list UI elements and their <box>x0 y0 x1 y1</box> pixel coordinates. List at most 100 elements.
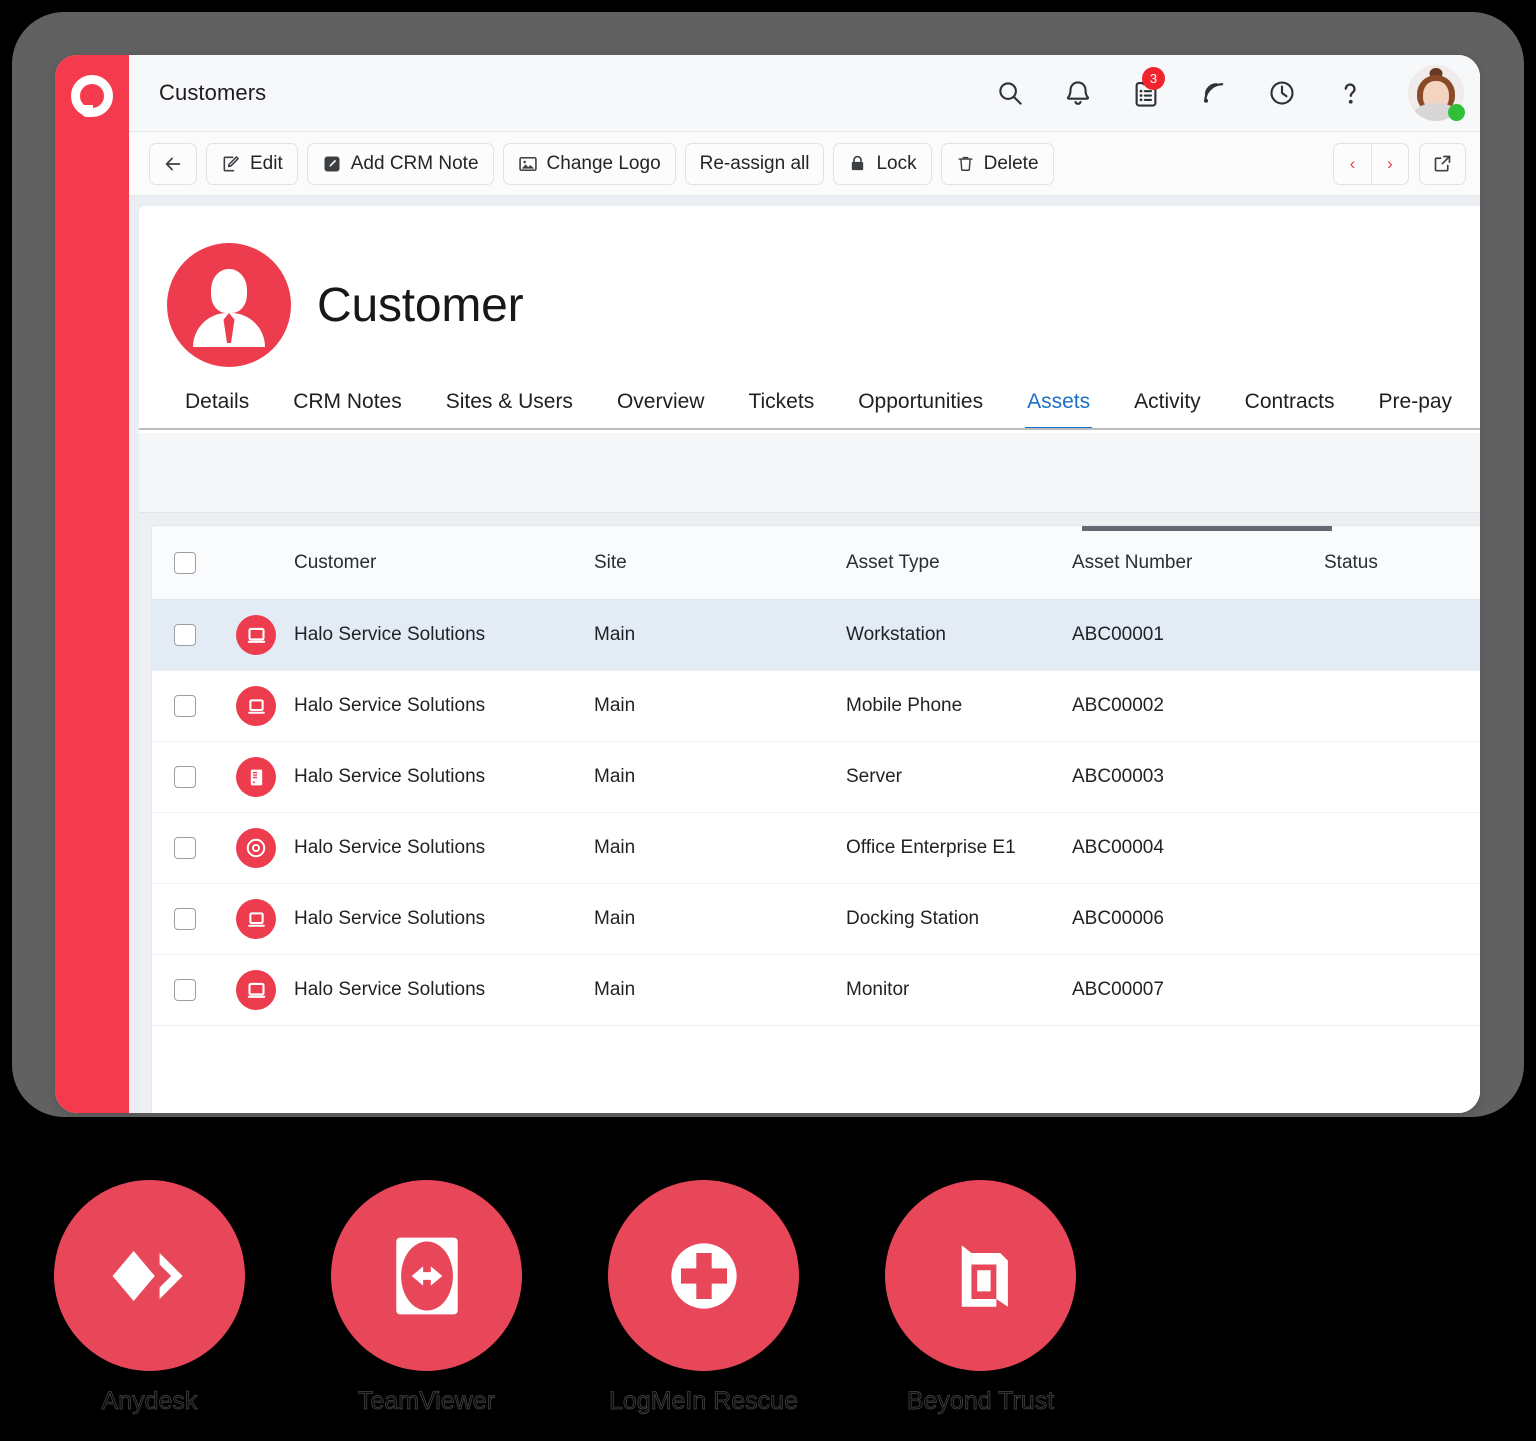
search-icon[interactable] <box>994 77 1026 109</box>
integration-anydesk[interactable]: Anydesk <box>54 1180 245 1441</box>
status-badge <box>1448 104 1465 121</box>
column-header-asset-type[interactable]: Asset Type <box>846 552 1072 574</box>
re-assign-all-label: Re-assign all <box>699 152 810 174</box>
row-checkbox-cell <box>174 766 236 788</box>
trash-icon <box>956 154 975 173</box>
table-row[interactable]: Halo Service Solutions Main Server ABC00… <box>152 742 1480 813</box>
add-crm-note-label: Add CRM Note <box>350 152 479 174</box>
cell-asset-type: Office Enterprise E1 <box>846 837 1016 858</box>
app-window: Customers 3 Edit Add CRM Note Change Log… <box>55 55 1480 1113</box>
tab-assets[interactable]: Assets <box>1005 390 1112 428</box>
integration-label: LogMeIn Rescue <box>608 1387 799 1416</box>
column-header-asset-number[interactable]: Asset Number <box>1072 552 1324 574</box>
pagination-control: ‹ › <box>1333 142 1409 185</box>
re-assign-all-button[interactable]: Re-assign all <box>684 142 825 185</box>
column-header-site[interactable]: Site <box>594 552 846 574</box>
help-icon[interactable] <box>1334 77 1366 109</box>
asset-icon-cell <box>236 899 294 939</box>
back-button[interactable] <box>149 142 197 185</box>
filter-strip[interactable] <box>139 433 1480 513</box>
table-row[interactable]: Halo Service Solutions Main Office Enter… <box>152 813 1480 884</box>
cell-site: Main <box>594 695 636 716</box>
cell-customer: Halo Service Solutions <box>294 979 486 1000</box>
clipboard-icon[interactable]: 3 <box>1130 67 1165 109</box>
monitor-icon <box>236 970 276 1010</box>
row-checkbox-cell <box>174 695 236 717</box>
integration-teamviewer[interactable]: TeamViewer <box>331 1180 522 1441</box>
broadcast-icon[interactable] <box>1198 77 1230 109</box>
lock-button-label: Lock <box>876 152 917 174</box>
person-suit-icon <box>167 243 291 367</box>
cell-asset-number: ABC00003 <box>1072 766 1164 787</box>
row-checkbox[interactable] <box>174 979 196 1001</box>
edit-button-label: Edit <box>250 152 283 174</box>
row-checkbox-cell <box>174 837 236 859</box>
cell-site: Main <box>594 624 636 645</box>
clock-icon[interactable] <box>1266 77 1298 109</box>
cell-asset-number: ABC00006 <box>1072 908 1164 929</box>
table-row[interactable]: Halo Service Solutions Main Workstation … <box>152 600 1480 671</box>
asset-icon-cell <box>236 757 294 797</box>
cell-asset-number: ABC00004 <box>1072 837 1164 858</box>
table-row[interactable]: Halo Service Solutions Main Monitor ABC0… <box>152 955 1480 1026</box>
bell-icon[interactable] <box>1062 77 1094 109</box>
asset-icon-cell <box>236 828 294 868</box>
row-checkbox[interactable] <box>174 837 196 859</box>
integration-logmein-rescue[interactable]: LogMeIn Rescue <box>608 1180 799 1441</box>
column-header-customer[interactable]: Customer <box>294 552 594 574</box>
change-logo-button[interactable]: Change Logo <box>502 142 676 185</box>
tab-tickets[interactable]: Tickets <box>726 390 836 428</box>
table-row[interactable]: Halo Service Solutions Main Mobile Phone… <box>152 671 1480 742</box>
cell-site: Main <box>594 837 636 858</box>
teamviewer-logo-icon <box>331 1180 522 1371</box>
table-row[interactable]: Halo Service Solutions Main Docking Stat… <box>152 884 1480 955</box>
integration-label: Anydesk <box>101 1387 198 1416</box>
record-title: Customer <box>317 278 524 332</box>
pencil-square-icon <box>221 154 241 174</box>
external-link-icon <box>1432 153 1453 174</box>
page-title: Customers <box>159 80 267 105</box>
halo-ring-logo-icon[interactable] <box>71 75 113 117</box>
cell-asset-type: Monitor <box>846 979 910 1000</box>
laptop-icon <box>236 899 276 939</box>
tab-opportunities[interactable]: Opportunities <box>836 390 1005 428</box>
prev-record-button[interactable]: ‹ <box>1334 144 1371 184</box>
row-checkbox[interactable] <box>174 766 196 788</box>
cell-asset-type: Docking Station <box>846 908 980 929</box>
tab-activity[interactable]: Activity <box>1112 390 1223 428</box>
notification-badge: 3 <box>1142 67 1165 90</box>
table-header-row: Customer Site Asset Type Asset Number St… <box>152 526 1480 600</box>
next-record-button[interactable]: › <box>1371 143 1408 184</box>
integration-icons-row: Anydesk TeamViewer LogMeIn Rescue Beyond… <box>0 1180 1536 1441</box>
row-checkbox[interactable] <box>174 624 196 646</box>
tab-sites-users[interactable]: Sites & Users <box>424 390 595 428</box>
edit-button[interactable]: Edit <box>206 142 298 185</box>
integration-beyond-trust[interactable]: Beyond Trust <box>885 1180 1076 1441</box>
record-header: Customer <box>139 206 1480 374</box>
tab-strip: Details CRM Notes Sites & Users Overview… <box>139 374 1480 430</box>
header-actions: 3 <box>994 65 1466 121</box>
tab-details[interactable]: Details <box>163 390 271 428</box>
open-in-new-window-button[interactable] <box>1419 142 1466 185</box>
cell-asset-type: Mobile Phone <box>846 695 963 716</box>
tab-contracts[interactable]: Contracts <box>1223 390 1357 428</box>
row-checkbox[interactable] <box>174 695 196 717</box>
tab-pre-pay[interactable]: Pre-pay <box>1357 390 1475 428</box>
cell-asset-number: ABC00007 <box>1072 979 1164 1000</box>
row-checkbox[interactable] <box>174 908 196 930</box>
note-pencil-icon <box>322 154 342 174</box>
lock-button[interactable]: Lock <box>833 142 932 185</box>
asset-icon-cell <box>236 686 294 726</box>
delete-button[interactable]: Delete <box>940 142 1054 185</box>
sidebar-rail[interactable] <box>55 55 129 1113</box>
tab-crm-notes[interactable]: CRM Notes <box>271 390 424 428</box>
column-sort-indicator[interactable] <box>1082 526 1332 531</box>
cell-customer: Halo Service Solutions <box>294 624 486 645</box>
row-checkbox-cell <box>174 908 236 930</box>
add-crm-note-button[interactable]: Add CRM Note <box>306 142 494 185</box>
select-all-checkbox[interactable] <box>174 551 196 574</box>
cell-site: Main <box>594 979 636 1000</box>
tab-overview[interactable]: Overview <box>595 390 727 428</box>
column-header-status[interactable]: Status <box>1324 552 1480 574</box>
avatar[interactable] <box>1408 65 1465 121</box>
